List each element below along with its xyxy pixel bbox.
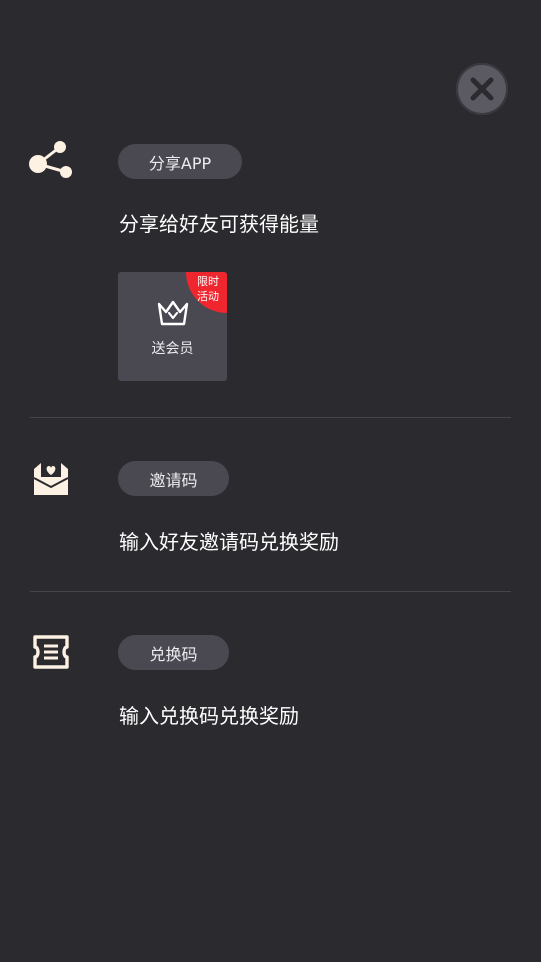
invite-code-button[interactable]: 邀请码 — [118, 461, 229, 496]
badge-line-2: 活动 — [197, 290, 219, 303]
redeem-code-button[interactable]: 兑换码 — [118, 635, 229, 670]
reward-card-label: 送会员 — [151, 341, 194, 357]
share-panel: 分享APP 分享给好友可获得能量 限时 活动 送会员 邀请码 输入好友邀请码兑换… — [0, 0, 541, 962]
redeem-code-label: 兑换码 — [149, 644, 198, 664]
crown-icon — [157, 300, 189, 326]
reward-card-vip[interactable]: 限时 活动 送会员 — [118, 272, 227, 381]
mail-heart-icon — [28, 456, 74, 502]
divider — [30, 591, 511, 592]
badge-line-1: 限时 — [197, 275, 219, 288]
invite-code-label: 邀请码 — [149, 470, 198, 490]
close-icon — [470, 77, 494, 101]
invite-description: 输入好友邀请码兑换奖励 — [119, 530, 339, 554]
share-icon — [28, 138, 74, 184]
divider — [30, 417, 511, 418]
redeem-description: 输入兑换码兑换奖励 — [119, 704, 299, 728]
close-button[interactable] — [456, 63, 508, 115]
share-app-button[interactable]: 分享APP — [118, 144, 242, 179]
share-description: 分享给好友可获得能量 — [119, 212, 319, 236]
share-app-label: 分享APP — [148, 153, 212, 173]
limited-time-badge-text: 限时 活动 — [193, 274, 223, 304]
ticket-icon — [28, 629, 74, 675]
